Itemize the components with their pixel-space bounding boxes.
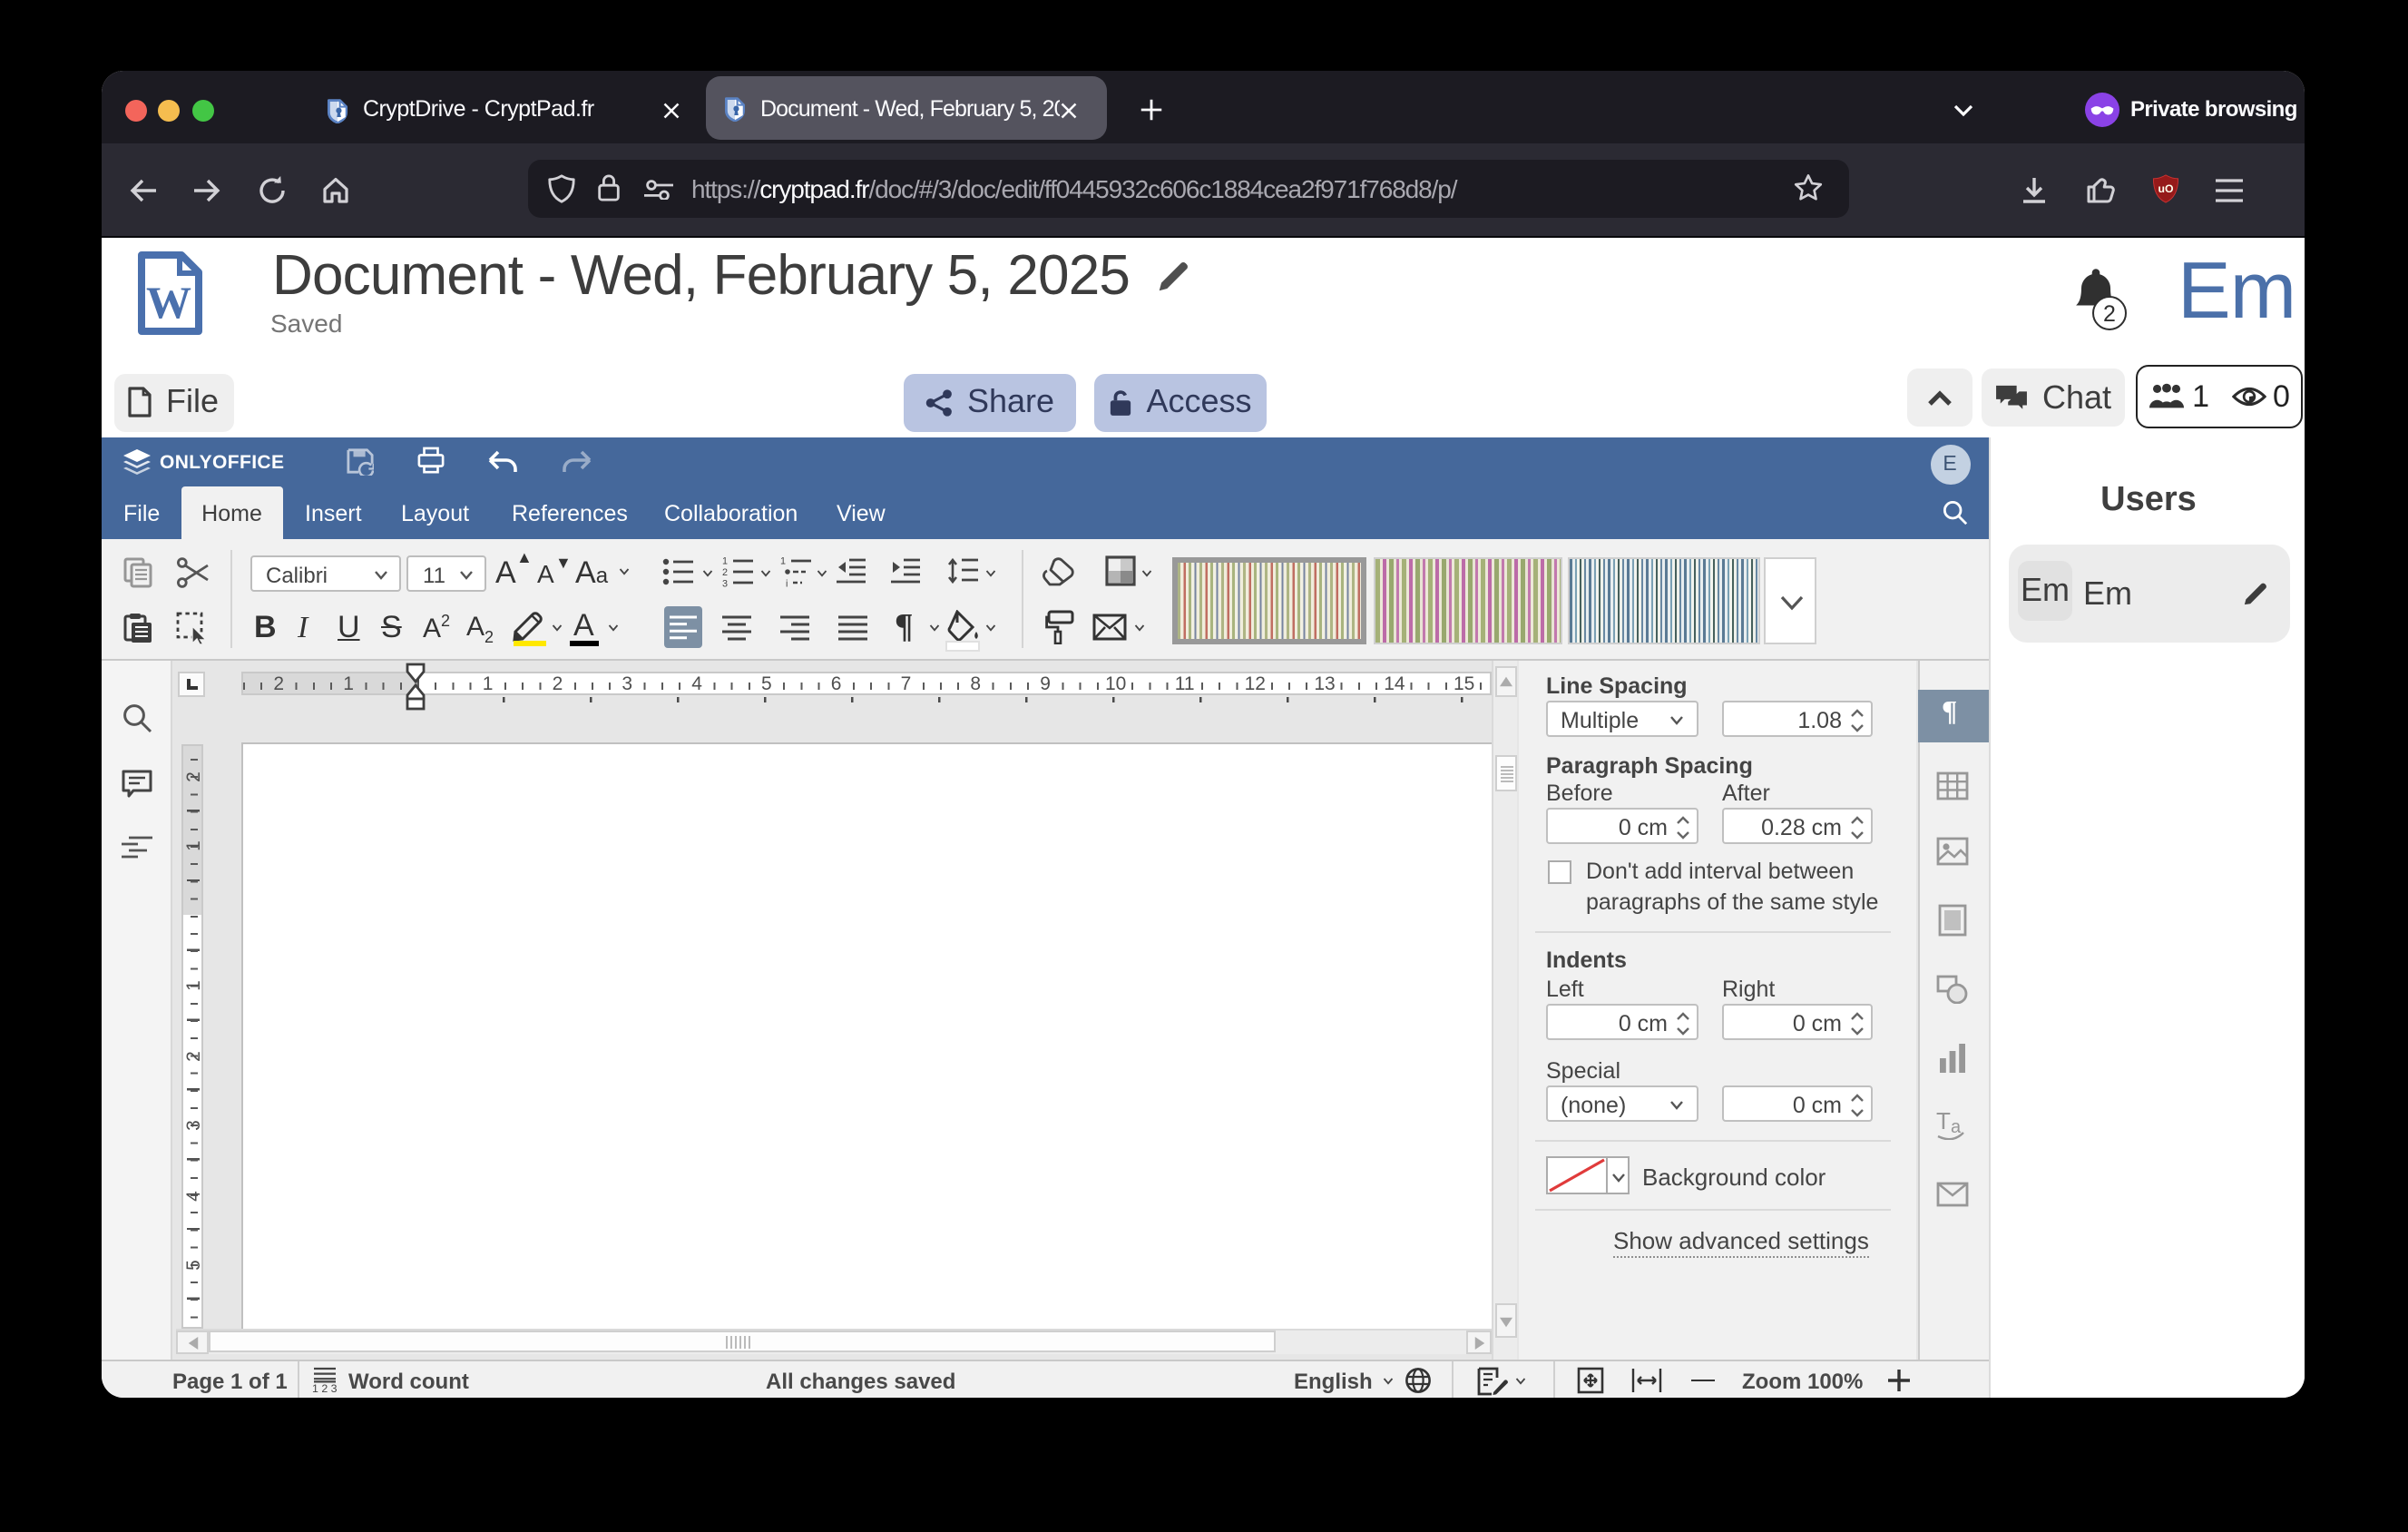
svg-text:W: W <box>146 277 191 328</box>
svg-text:1: 1 <box>780 556 786 567</box>
svg-text:T: T <box>1936 1107 1951 1134</box>
svg-text:3: 3 <box>722 578 728 588</box>
svg-text:i: i <box>786 578 788 588</box>
svg-text:1 2 3: 1 2 3 <box>312 1382 338 1392</box>
svg-text:2: 2 <box>722 567 728 578</box>
svg-text:1: 1 <box>722 556 728 567</box>
svg-text:uO: uO <box>2158 182 2173 195</box>
svg-text:a: a <box>1951 1117 1962 1137</box>
